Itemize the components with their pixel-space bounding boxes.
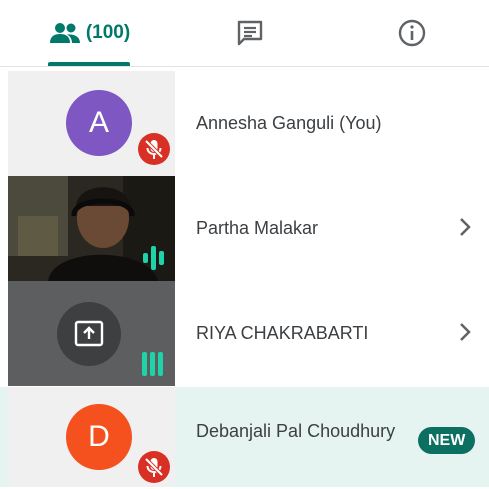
participant-count: (100) (85, 22, 131, 43)
new-badge: NEW (418, 427, 476, 454)
muted-badge (137, 132, 171, 171)
participant-row[interactable]: RIYA CHAKRABARTI (0, 281, 489, 386)
present-screen-icon (74, 320, 104, 347)
info-icon (398, 19, 426, 47)
mic-off-icon (138, 451, 170, 483)
muted-badge (137, 450, 171, 489)
tab-bar: (100) (0, 0, 489, 67)
participant-name: Annesha Ganguli (You) (196, 113, 382, 133)
chevron-right-icon[interactable] (455, 214, 475, 240)
avatar: D (66, 404, 132, 470)
tab-people[interactable]: (100) (20, 0, 160, 66)
chat-icon (237, 20, 263, 46)
speaking-indicator (143, 246, 165, 270)
participant-row[interactable]: D Debanjali Pal Choudhury NEW (0, 387, 489, 487)
participant-row[interactable]: Partha Malakar (0, 176, 489, 281)
people-icon (49, 23, 80, 43)
avatar-initial: A (88, 106, 109, 139)
participant-name: RIYA CHAKRABARTI (196, 323, 369, 343)
tab-info[interactable] (362, 0, 462, 66)
tab-chat[interactable] (200, 0, 300, 66)
mic-off-icon (138, 133, 170, 165)
avatar-initial: D (88, 420, 110, 453)
avatar: A (66, 90, 132, 156)
participant-name: Debanjali Pal Choudhury (196, 420, 396, 441)
participant-name: Partha Malakar (196, 218, 319, 238)
active-tab-indicator (48, 62, 130, 66)
participant-row[interactable]: A Annesha Ganguli (You) (0, 71, 489, 176)
chevron-right-icon[interactable] (455, 319, 475, 345)
speaking-indicator (142, 352, 164, 376)
